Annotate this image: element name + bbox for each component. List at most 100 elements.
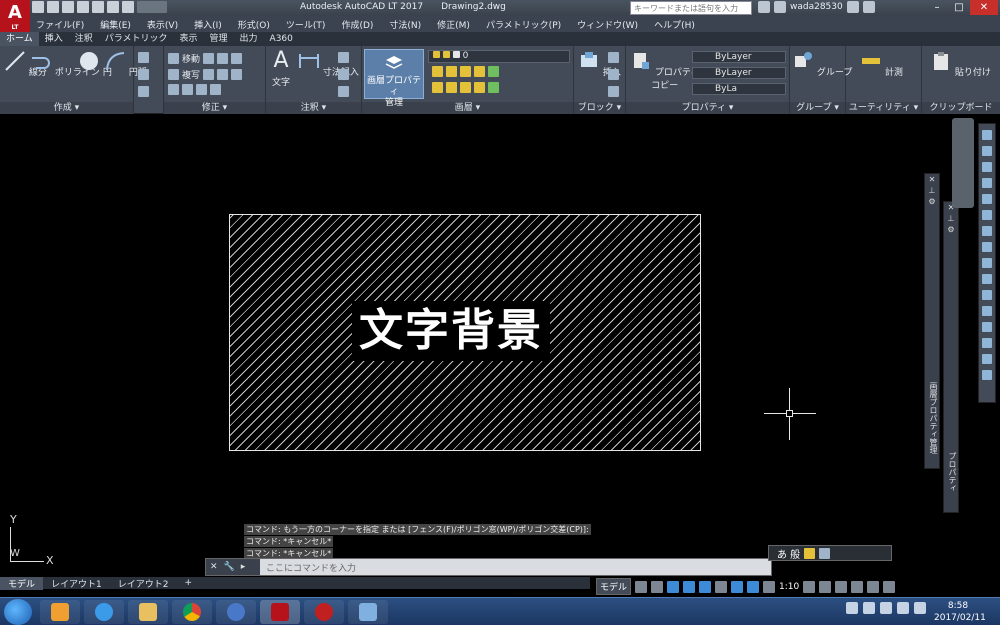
annotation-visibility-icon[interactable] [747,580,760,593]
tool-icon[interactable] [982,210,992,220]
move-button[interactable]: 移動 [182,52,200,65]
help-icon[interactable] [862,1,875,13]
ime-dictionary-icon[interactable] [804,547,816,559]
fillet-icon[interactable] [217,69,229,80]
tab-annotate[interactable]: 注釈 [69,32,99,46]
tool-icon[interactable] [982,178,992,188]
offset-icon[interactable] [210,84,221,95]
taskbar-chrome[interactable] [172,600,212,624]
binoculars-icon[interactable] [758,1,770,13]
flag-icon[interactable] [880,602,892,614]
menu-format[interactable]: 形式(O) [238,18,270,31]
minimize-button[interactable]: – [926,0,948,15]
ime-toolbar[interactable]: あ 般 [768,545,892,561]
region-icon[interactable] [138,86,149,97]
layer-thaw-icon[interactable] [446,82,457,93]
ime-help-icon[interactable] [819,547,831,559]
lineweight-dropdown[interactable]: ByLa [692,83,786,95]
menu-modify[interactable]: 修正(M) [437,18,470,31]
tray-arrow-icon[interactable] [846,602,858,614]
utilities-panel-label[interactable]: ユーティリティ ▾ [846,102,921,114]
tab-layout2[interactable]: レイアウト2 [110,577,177,590]
tab-model[interactable]: モデル [0,576,44,590]
clipboard-panel-label[interactable]: クリップボード [922,102,1000,114]
menu-edit[interactable]: 編集(E) [100,18,131,31]
model-space-button[interactable]: モデル [596,578,632,595]
tool-icon[interactable] [982,242,992,252]
groups-panel-label[interactable]: グループ ▾ [790,102,845,114]
settings-icon[interactable]: ⚙ [944,224,958,235]
layer-dropdown[interactable]: 0 [428,50,570,63]
tool-icon[interactable] [982,306,992,316]
close-button[interactable]: ✕ [970,0,998,15]
menu-insert[interactable]: 挿入(I) [194,18,222,31]
rotate-icon[interactable] [203,53,215,64]
annotation-panel-label[interactable]: 注釈 ▾ [266,102,361,114]
measure-button[interactable]: 計測 [860,50,903,78]
menu-draw[interactable]: 作成(D) [341,18,373,31]
tab-parametric[interactable]: パラメトリック [99,32,174,46]
menu-parametric[interactable]: パラメトリック(P) [486,18,561,31]
leader-icon[interactable] [338,69,349,80]
taskbar-media-player[interactable] [40,600,80,624]
menu-file[interactable]: ファイル(F) [36,18,84,31]
close-icon[interactable]: ✕ [210,562,218,572]
hatch-icon[interactable] [138,69,149,80]
tool-icon[interactable] [982,290,992,300]
copy-button[interactable]: 複写 [182,68,200,81]
open-icon[interactable] [47,1,59,13]
create-block-icon[interactable] [608,52,619,63]
linear-dim-icon[interactable] [338,52,349,63]
scale-icon[interactable] [182,84,193,95]
layer-unlock-icon[interactable] [460,82,471,93]
attribute-icon[interactable] [608,86,619,97]
workspace-dropdown[interactable] [137,1,167,13]
tool-icon[interactable] [982,146,992,156]
paste-button[interactable]: 貼り付け [930,50,991,78]
stretch-icon[interactable] [168,84,179,95]
drawing-text[interactable]: 文字背景 [352,301,550,361]
save-icon[interactable] [62,1,74,13]
match-properties-button[interactable]: プロパティ コピー [630,50,699,91]
menu-help[interactable]: ヘルプ(H) [654,18,695,31]
grid-icon[interactable] [635,580,648,593]
layer-freeze-icon[interactable] [446,66,457,77]
annotation-scale-icon[interactable] [763,580,776,593]
menu-window[interactable]: ウィンドウ(W) [577,18,638,31]
layer-match-icon[interactable] [488,66,499,77]
layer-properties-button[interactable]: 画層プロパティ 管理 [364,49,424,108]
undo-icon[interactable] [107,1,119,13]
polar-icon[interactable] [683,580,696,593]
workspace-gear-icon[interactable] [803,580,816,593]
pin-icon[interactable]: ⊥ [925,185,939,196]
add-layout-button[interactable]: + [176,578,200,588]
layer-properties-palette[interactable]: ✕ ⊥ ⚙ 画層プロパティ管理 [924,173,940,469]
search-input[interactable]: キーワードまたは語句を入力 [630,1,752,15]
start-button[interactable] [4,599,32,625]
linetype-dropdown[interactable]: ByLayer [692,67,786,79]
snap-icon[interactable] [651,580,664,593]
ortho-icon[interactable] [667,580,680,593]
redo-icon[interactable] [122,1,134,13]
print-icon[interactable] [92,1,104,13]
menu-tools[interactable]: ツール(T) [286,18,326,31]
customize-icon[interactable] [883,580,896,593]
hardware-accel-icon[interactable] [851,580,864,593]
plus-icon[interactable] [819,580,832,593]
tool-icon[interactable] [982,322,992,332]
navigation-bar[interactable] [952,118,974,208]
wrench-icon[interactable]: 🔧 [224,562,235,572]
menu-dimension[interactable]: 寸法(N) [389,18,421,31]
isolate-icon[interactable] [835,580,848,593]
layer-unisolate-icon[interactable] [432,82,443,93]
close-icon[interactable]: ✕ [925,174,939,185]
color-dropdown[interactable]: ByLayer [692,51,786,63]
erase-icon[interactable] [231,53,243,64]
osnap-icon[interactable] [699,580,712,593]
layer-isolate-icon[interactable] [432,66,443,77]
taskbar-thunderbird[interactable] [216,600,256,624]
tab-home[interactable]: ホーム [0,32,39,46]
taskbar-paint[interactable] [348,600,388,624]
maximize-button[interactable]: □ [948,0,970,15]
sign-in-user[interactable]: wada28530 [790,2,843,12]
